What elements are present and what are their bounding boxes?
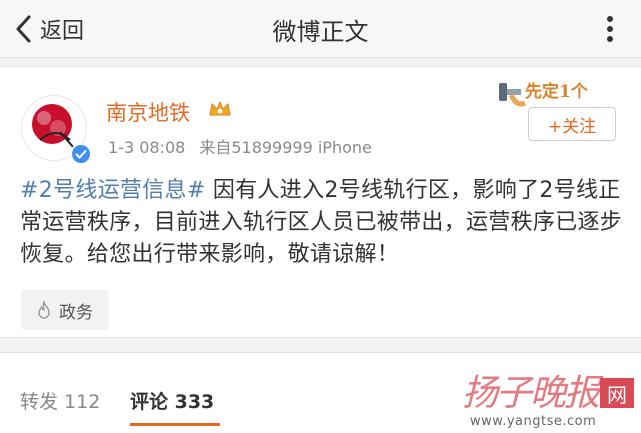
post-text: #2号线运营信息# 因有人进入2号线轨行区，影响了2号线正常运营秩序，目前进入轨… xyxy=(20,175,624,271)
more-dots-icon xyxy=(607,16,613,42)
post-meta: 1-3 08:08 来自51899999 iPhone xyxy=(108,134,372,158)
dumbbell-icon xyxy=(499,83,527,107)
badge-label: 先定1个 xyxy=(525,82,588,102)
watermark-url: www.yangtse.com xyxy=(470,414,597,429)
post-time: 1-3 08:08 xyxy=(108,138,186,157)
username[interactable]: 南京地铁 xyxy=(106,97,190,127)
watermark-calligraphy: 扬子晚报 xyxy=(462,373,600,414)
more-button[interactable] xyxy=(595,14,625,44)
topic-tag-label: 政务 xyxy=(59,302,93,323)
flame-icon xyxy=(38,301,50,319)
post-card: 南京地铁 1-3 08:08 来自51899999 iPhone 先定1个 +关注… xyxy=(0,66,641,338)
follow-button[interactable]: +关注 xyxy=(528,107,616,141)
page-title: 微博正文 xyxy=(272,18,369,46)
tab-repost[interactable]: 转发 112 xyxy=(20,387,100,414)
navbar: 返回 微博正文 xyxy=(0,0,641,58)
tab-comments[interactable]: 评论 333 xyxy=(130,387,214,414)
active-tab-indicator xyxy=(130,423,220,426)
watermark: 扬子晚报 网 www.yangtse.com xyxy=(462,364,640,433)
post-source: 来自51899999 iPhone xyxy=(199,138,372,157)
verified-icon xyxy=(70,143,92,165)
topic-tag[interactable]: 政务 xyxy=(21,290,109,330)
vip-crown-icon xyxy=(209,100,231,116)
hashtag-link[interactable]: #2号线运营信息# xyxy=(20,178,206,203)
watermark-net: 网 xyxy=(600,378,634,408)
